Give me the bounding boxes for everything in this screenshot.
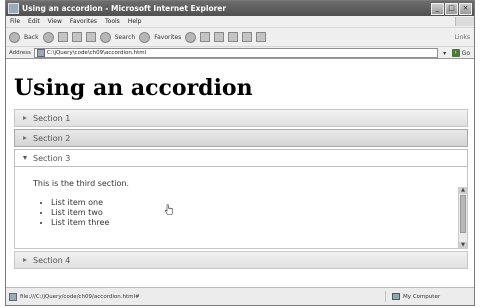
accordion: Section 1 Section 2 Section 3 This is th… xyxy=(14,109,468,271)
triangle-down-icon xyxy=(23,156,27,160)
accordion-header-section-2[interactable]: Section 2 xyxy=(14,129,468,147)
menu-file[interactable]: File xyxy=(10,18,20,25)
triangle-right-icon xyxy=(23,116,27,120)
status-zone: My Computer xyxy=(403,293,441,300)
minimize-button[interactable]: _ xyxy=(431,2,444,15)
address-input[interactable]: C:\jQuery\code\ch09\accordion.html xyxy=(33,48,438,58)
section-label: Section 4 xyxy=(33,255,71,265)
print-icon[interactable] xyxy=(228,32,239,42)
list-item: List item two xyxy=(51,208,109,218)
panel-list: List item one List item two List item th… xyxy=(35,198,109,228)
scroll-down-icon[interactable]: ▼ xyxy=(459,242,467,248)
section-label: Section 1 xyxy=(33,113,71,123)
close-button[interactable]: × xyxy=(459,2,472,15)
edit-icon[interactable] xyxy=(242,32,253,42)
status-bar: file:///C:/jQuery/code/ch09/accordion.ht… xyxy=(6,287,474,305)
hand-cursor-icon xyxy=(164,204,174,215)
triangle-right-icon xyxy=(23,258,27,262)
toolbar: Back Search Favorites Links xyxy=(6,28,474,47)
address-label: Address xyxy=(9,50,31,56)
section-label: Section 2 xyxy=(33,133,71,143)
list-item: List item three xyxy=(51,218,109,228)
go-button[interactable]: › Go xyxy=(451,49,470,57)
computer-icon xyxy=(392,293,400,300)
home-icon[interactable] xyxy=(85,32,96,42)
menu-bar: File Edit View Favorites Tools Help xyxy=(6,16,474,28)
accordion-header-section-1[interactable]: Section 1 xyxy=(14,109,468,127)
search-button[interactable]: Search xyxy=(115,34,136,41)
accordion-header-section-4[interactable]: Section 4 xyxy=(14,251,468,269)
menu-help[interactable]: Help xyxy=(128,18,142,25)
triangle-right-icon xyxy=(23,136,27,140)
accordion-header-section-3[interactable]: Section 3 xyxy=(14,149,468,167)
history-icon[interactable] xyxy=(200,32,211,42)
page-content: Using an accordion Section 1 Section 2 S… xyxy=(6,58,474,289)
go-label: Go xyxy=(461,49,470,57)
accordion-panel-section-3: This is the third section. List item one… xyxy=(14,167,468,249)
menu-view[interactable]: View xyxy=(48,18,62,25)
discuss-icon[interactable] xyxy=(256,32,267,42)
scroll-up-icon[interactable]: ▲ xyxy=(459,187,467,194)
links-button[interactable]: Links xyxy=(455,34,470,41)
browser-window: Using an accordion - Microsoft Internet … xyxy=(5,0,475,306)
favorites-button[interactable]: Favorites xyxy=(154,34,181,41)
panel-scrollbar[interactable]: ▲ ▼ xyxy=(458,187,467,248)
window-title: Using an accordion - Microsoft Internet … xyxy=(22,4,227,13)
maximize-button[interactable]: □ xyxy=(445,2,458,15)
status-url: file:///C:/jQuery/code/ch09/accordion.ht… xyxy=(20,293,140,300)
ie-icon xyxy=(8,3,19,14)
mail-icon[interactable] xyxy=(214,32,225,42)
stop-icon[interactable] xyxy=(57,32,68,42)
menu-edit[interactable]: Edit xyxy=(28,18,40,25)
back-arrow-icon[interactable] xyxy=(9,31,20,43)
go-arrow-icon: › xyxy=(451,49,460,57)
back-button[interactable]: Back xyxy=(24,34,39,41)
refresh-icon[interactable] xyxy=(71,32,82,42)
page-heading: Using an accordion xyxy=(14,75,253,101)
list-item: List item one xyxy=(51,198,109,208)
scroll-thumb[interactable] xyxy=(460,195,466,233)
favorites-star-icon[interactable] xyxy=(139,31,151,43)
menu-favorites[interactable]: Favorites xyxy=(70,18,97,25)
section-label: Section 3 xyxy=(33,153,71,163)
menu-tools[interactable]: Tools xyxy=(105,18,120,25)
address-value: C:\jQuery\code\ch09\accordion.html xyxy=(46,50,147,56)
media-icon[interactable] xyxy=(185,31,197,43)
page-icon xyxy=(36,49,45,57)
address-dropdown-icon[interactable]: ▾ xyxy=(441,50,449,57)
panel-text: This is the third section. xyxy=(33,179,130,188)
forward-arrow-icon[interactable] xyxy=(42,31,54,43)
page-icon xyxy=(9,292,17,301)
search-icon[interactable] xyxy=(99,31,111,43)
windows-logo-icon xyxy=(455,17,474,26)
title-bar: Using an accordion - Microsoft Internet … xyxy=(6,1,474,16)
